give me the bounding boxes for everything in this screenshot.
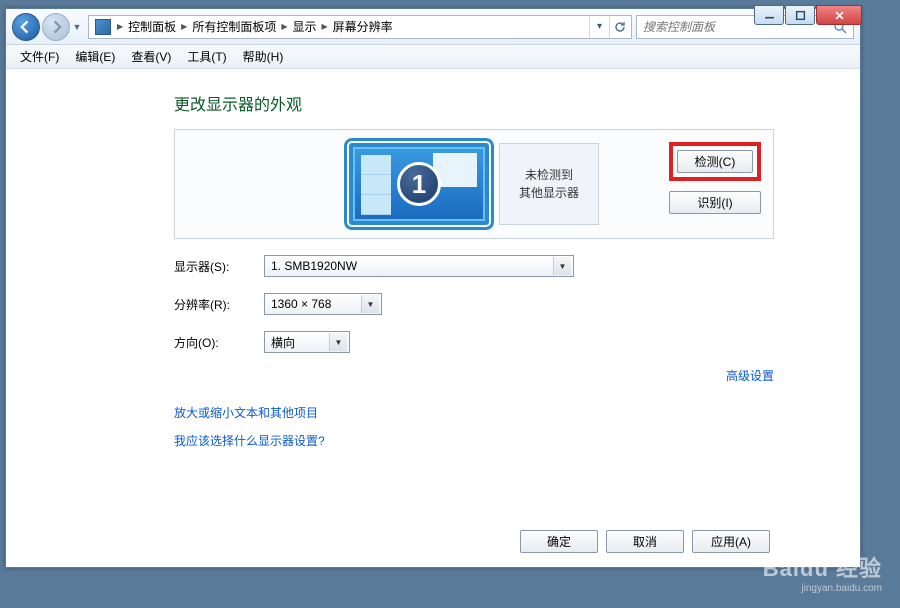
- ok-button[interactable]: 确定: [520, 530, 598, 553]
- apply-button[interactable]: 应用(A): [692, 530, 770, 553]
- identify-button[interactable]: 识别(I): [669, 191, 761, 214]
- menu-file[interactable]: 文件(F): [12, 46, 67, 67]
- no-detect-line1: 未检测到: [525, 168, 573, 182]
- row-orientation: 方向(O): 横向 ▼: [174, 331, 860, 353]
- row-display: 显示器(S): 1. SMB1920NW ▼: [174, 255, 860, 277]
- menu-view[interactable]: 查看(V): [123, 46, 179, 67]
- detect-button[interactable]: 检测(C): [677, 150, 753, 173]
- link-which-settings[interactable]: 我应该选择什么显示器设置?: [174, 434, 325, 448]
- no-other-display-tile[interactable]: 未检测到 其他显示器: [499, 143, 599, 225]
- menu-bar: 文件(F) 编辑(E) 查看(V) 工具(T) 帮助(H): [6, 45, 860, 69]
- minimize-button[interactable]: [754, 5, 784, 25]
- label-resolution: 分辨率(R):: [174, 296, 264, 313]
- link-advanced-settings[interactable]: 高级设置: [174, 367, 774, 384]
- dialog-buttons: 确定 取消 应用(A): [520, 530, 770, 553]
- menu-help[interactable]: 帮助(H): [235, 46, 292, 67]
- select-orientation-value: 横向: [271, 334, 295, 351]
- select-display-value: 1. SMB1920NW: [271, 259, 357, 273]
- page-heading: 更改显示器的外观: [174, 91, 860, 115]
- no-detect-line2: 其他显示器: [519, 186, 579, 200]
- nav-buttons: ▼: [12, 13, 84, 41]
- highlight-frame: 检测(C): [669, 142, 761, 181]
- forward-button[interactable]: [42, 13, 70, 41]
- crumb-control-panel[interactable]: 控制面板: [125, 18, 179, 35]
- cancel-button[interactable]: 取消: [606, 530, 684, 553]
- select-resolution-value: 1360 × 768: [271, 297, 331, 311]
- chevron-down-icon: ▼: [553, 257, 571, 275]
- menu-tools[interactable]: 工具(T): [179, 46, 234, 67]
- watermark: Baidu 经验 jingyan.baidu.com: [763, 551, 882, 594]
- monitor-preview-panel: 1 未检测到 其他显示器 检测(C) 识别(I): [174, 129, 774, 239]
- select-display[interactable]: 1. SMB1920NW ▼: [264, 255, 574, 277]
- monitor-number-badge: 1: [397, 162, 441, 206]
- back-button[interactable]: [12, 13, 40, 41]
- label-orientation: 方向(O):: [174, 334, 264, 351]
- row-resolution: 分辨率(R): 1360 × 768 ▼: [174, 293, 860, 315]
- chevron-right-icon: ▶: [279, 22, 289, 31]
- menu-edit[interactable]: 编辑(E): [67, 46, 123, 67]
- window: ▼ ▶ 控制面板 ▶ 所有控制面板项 ▶ 显示 ▶ 屏幕分辨率 ▾ 文件(F) …: [5, 8, 861, 568]
- select-orientation[interactable]: 横向 ▼: [264, 331, 350, 353]
- window-controls: [753, 5, 862, 27]
- history-dropdown[interactable]: ▼: [70, 13, 84, 41]
- maximize-button[interactable]: [785, 5, 815, 25]
- monitor-group: 1 未检测到 其他显示器: [349, 143, 599, 225]
- address-dropdown[interactable]: ▾: [589, 16, 609, 38]
- control-panel-icon: [95, 19, 111, 35]
- chevron-right-icon: ▶: [320, 22, 330, 31]
- crumb-all-items[interactable]: 所有控制面板项: [189, 18, 279, 35]
- close-button[interactable]: [816, 5, 862, 25]
- chevron-down-icon: ▼: [361, 295, 379, 313]
- watermark-sub: jingyan.baidu.com: [763, 583, 882, 594]
- monitor-1[interactable]: 1: [349, 143, 489, 225]
- monitor-screen-decor: [361, 155, 391, 215]
- monitor-side-buttons: 检测(C) 识别(I): [669, 142, 761, 214]
- chevron-right-icon: ▶: [115, 22, 125, 31]
- chevron-down-icon: ▼: [329, 333, 347, 351]
- nav-row: ▼ ▶ 控制面板 ▶ 所有控制面板项 ▶ 显示 ▶ 屏幕分辨率 ▾: [6, 9, 860, 45]
- watermark-brand: Baidu 经验: [763, 556, 882, 581]
- label-display: 显示器(S):: [174, 258, 264, 275]
- crumb-display[interactable]: 显示: [290, 18, 320, 35]
- select-resolution[interactable]: 1360 × 768 ▼: [264, 293, 382, 315]
- chevron-right-icon: ▶: [179, 22, 189, 31]
- address-bar[interactable]: ▶ 控制面板 ▶ 所有控制面板项 ▶ 显示 ▶ 屏幕分辨率 ▾: [88, 15, 632, 39]
- link-text-size[interactable]: 放大或缩小文本和其他项目: [174, 406, 318, 420]
- crumb-resolution[interactable]: 屏幕分辨率: [330, 18, 396, 35]
- content-area: 更改显示器的外观 1 未检测到 其他显示器 检测(C): [6, 71, 860, 567]
- refresh-button[interactable]: [609, 16, 629, 38]
